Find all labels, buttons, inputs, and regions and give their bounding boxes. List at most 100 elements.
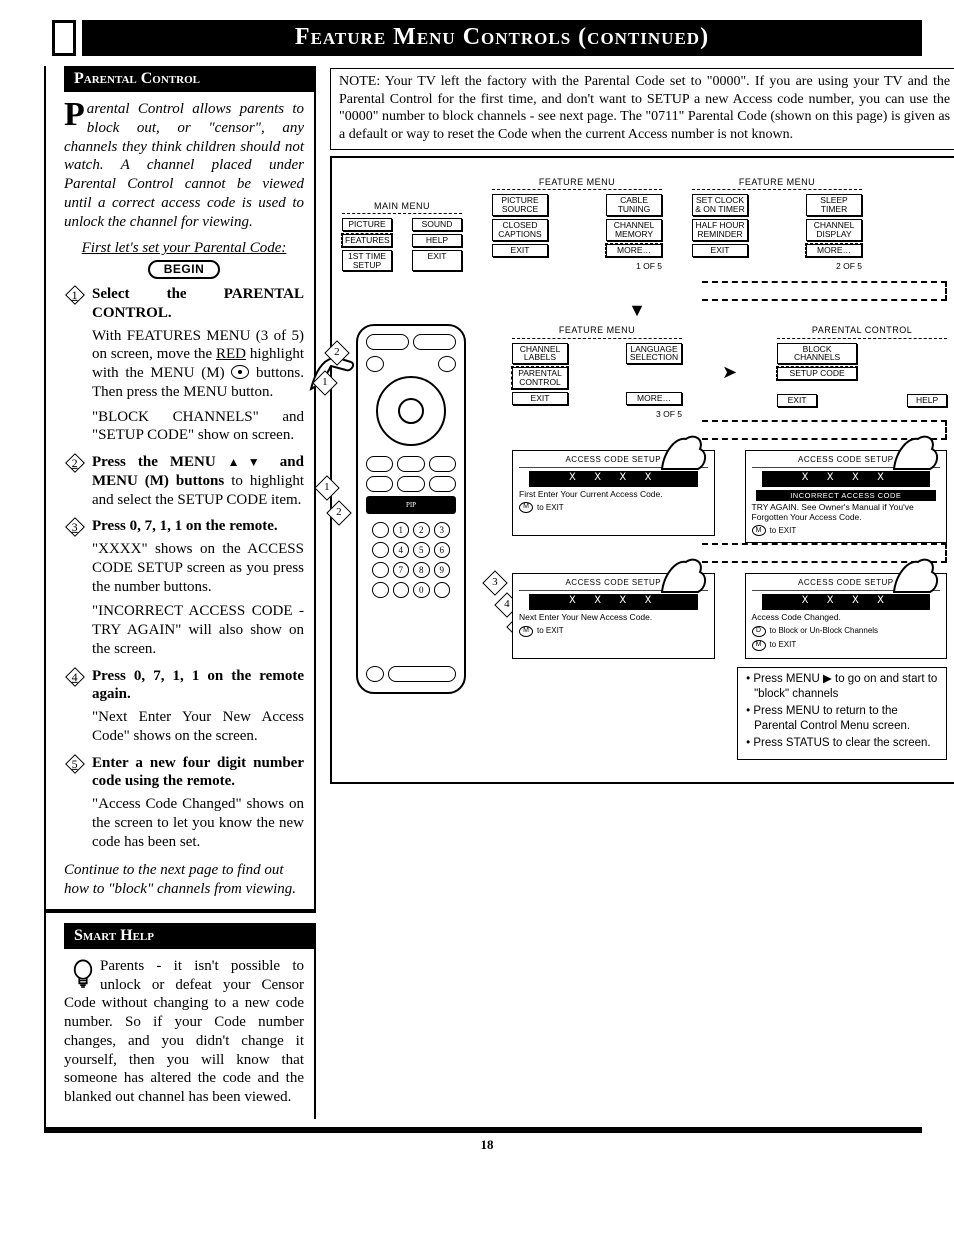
menu-cell: MORE… bbox=[606, 244, 662, 257]
menu-cell: SETUP CODE bbox=[777, 367, 857, 380]
panel-foot: 3 OF 5 bbox=[656, 409, 682, 420]
menu-row-1: MAIN MENU PICTURE SOUND FEATURES HELP 1S… bbox=[342, 176, 947, 271]
step-1: 1 Select the PARENTAL CONTROL. With FEAT… bbox=[64, 285, 304, 445]
menu-cell: CLOSED CAPTIONS bbox=[492, 219, 548, 241]
remote-callout-3: 3 bbox=[482, 571, 507, 596]
remote-button bbox=[366, 356, 384, 372]
lightbulb-icon bbox=[72, 959, 94, 993]
remote-digit: 8 bbox=[413, 562, 430, 578]
remote-digit bbox=[372, 522, 389, 538]
first-lets: First let's set your Parental Code: bbox=[82, 240, 287, 256]
parental-intro: Parental Control allows parents to block… bbox=[64, 100, 304, 231]
screens-row-b: ACCESS CODE SETUP X X X X Next Enter You… bbox=[512, 573, 947, 659]
smart-help-text: Parents - it isn't possible to unlock or… bbox=[64, 957, 304, 1107]
menu-cell: SET CLOCK & ON TIMER bbox=[692, 194, 748, 216]
step4-head: Press 0, 7, 1, 1 on the remote again. bbox=[92, 668, 304, 703]
remote-power-button bbox=[366, 666, 384, 682]
remote-digit: 2 bbox=[413, 522, 430, 538]
step3-head: Press 0, 7, 1, 1 on the remote. bbox=[92, 518, 278, 534]
feature-menu-3-panel: FEATURE MENU CHANNEL LABELS LANGUAGE SEL… bbox=[512, 324, 682, 419]
step-number-icon: 2 bbox=[60, 448, 90, 478]
menu-cell: PICTURE bbox=[342, 218, 392, 231]
ac-code: X X X X bbox=[762, 594, 931, 610]
remote-callout-1b: 1 bbox=[314, 476, 339, 501]
menu-cell: EXIT bbox=[777, 394, 817, 407]
menu-cell: PICTURE SOURCE bbox=[492, 194, 548, 216]
step-4: 4 Press 0, 7, 1, 1 on the remote again. … bbox=[64, 667, 304, 746]
step-number-icon: 1 bbox=[60, 280, 90, 310]
step4-body: "Next Enter Your New Access Code" shows … bbox=[92, 708, 304, 746]
remote-button bbox=[397, 476, 424, 492]
menu-cell: 1ST TIME SETUP bbox=[342, 250, 392, 272]
title-checkbox-icon bbox=[52, 20, 76, 56]
remote-button bbox=[429, 476, 456, 492]
menu-button-icon bbox=[231, 365, 249, 379]
left-column: Parental Control Parental Control allows… bbox=[46, 66, 316, 1119]
m-button-icon: M bbox=[752, 640, 766, 651]
menu-cell: CHANNEL LABELS bbox=[512, 343, 568, 365]
step-number-icon: 4 bbox=[60, 662, 90, 692]
ac-code: X X X X bbox=[529, 471, 698, 487]
ac-msg: Next Enter Your New Access Code. bbox=[519, 613, 708, 623]
step-3: 3 Press 0, 7, 1, 1 on the remote. "XXXX"… bbox=[64, 517, 304, 658]
menu-cell: LANGUAGE SELECTION bbox=[626, 343, 682, 365]
panel-title: FEATURE MENU bbox=[492, 176, 662, 190]
menu-cell: EXIT bbox=[412, 250, 462, 272]
menu-row-2: 2 1 PIP 1 2 3 4 5 bbox=[342, 324, 947, 760]
remote-button bbox=[366, 456, 393, 472]
diagram-frame: MAIN MENU PICTURE SOUND FEATURES HELP 1S… bbox=[330, 156, 954, 784]
dashed-connector-icon bbox=[702, 281, 947, 301]
remote-button bbox=[438, 356, 456, 372]
warlock-icon bbox=[660, 431, 710, 471]
smart-help-block: Parents - it isn't possible to unlock or… bbox=[46, 949, 316, 1119]
access-screen-3: ACCESS CODE SETUP X X X X Next Enter You… bbox=[512, 573, 715, 659]
step1-after: "BLOCK CHANNELS" and "SETUP CODE" show o… bbox=[92, 408, 304, 446]
arrow-right-icon: ➤ bbox=[722, 361, 737, 384]
menu-cell: HELP bbox=[412, 234, 462, 247]
remote-digit: 3 bbox=[434, 522, 451, 538]
warlock-icon bbox=[660, 554, 710, 594]
remote-button bbox=[429, 456, 456, 472]
ac-msg: TRY AGAIN. See Owner's Manual if You've … bbox=[752, 503, 941, 523]
ac-exit: to EXIT bbox=[770, 640, 797, 650]
remote-digit: 6 bbox=[434, 542, 451, 558]
note-box: NOTE: Your TV left the factory with the … bbox=[330, 68, 954, 150]
menu-cell: CHANNEL DISPLAY bbox=[806, 219, 862, 241]
remote-digit bbox=[434, 582, 451, 598]
menu-cell: HELP bbox=[907, 394, 947, 407]
ac-exit: to EXIT bbox=[537, 626, 564, 636]
arrow-down-icon: ▼ bbox=[552, 305, 722, 316]
parental-block: Parental Control allows parents to block… bbox=[46, 92, 316, 913]
menu-cell: MORE… bbox=[626, 392, 682, 405]
continue-text: Continue to the next page to find out ho… bbox=[64, 861, 304, 899]
remote-digit bbox=[372, 582, 389, 598]
menu-cell: PARENTAL CONTROL bbox=[512, 367, 568, 389]
remote-digit bbox=[372, 542, 389, 558]
panel-foot: 1 OF 5 bbox=[636, 261, 662, 272]
menu-cell: HALF HOUR REMINDER bbox=[692, 219, 748, 241]
step-5: 5 Enter a new four digit number code usi… bbox=[64, 754, 304, 852]
warlock-icon bbox=[892, 431, 942, 471]
step-2: 2 Press the MENU ▲▼ and MENU (M) buttons… bbox=[64, 453, 304, 509]
menu-cell: SOUND bbox=[412, 218, 462, 231]
remote-digit: 7 bbox=[393, 562, 410, 578]
remote-button bbox=[366, 476, 393, 492]
parental-control-panel: PARENTAL CONTROL BLOCK CHANNELS SETUP CO… bbox=[777, 324, 947, 419]
step1-head: Select the PARENTAL CONTROL. bbox=[92, 286, 304, 321]
remote-button bbox=[366, 334, 409, 350]
title-bar: Feature Menu Controls (continued) bbox=[52, 20, 922, 56]
menu-cell: FEATURES bbox=[342, 234, 392, 247]
main-menu-panel: MAIN MENU PICTURE SOUND FEATURES HELP 1S… bbox=[342, 200, 462, 272]
ac-msg: Access Code Changed. bbox=[752, 613, 941, 623]
menu-cell: MORE… bbox=[806, 244, 862, 257]
intro-text: arental Control allows parents to block … bbox=[64, 101, 304, 230]
remote-illustration: 2 1 PIP 1 2 3 4 5 bbox=[336, 324, 486, 694]
ac-error: INCORRECT ACCESS CODE bbox=[756, 490, 937, 501]
step3-body: "XXXX" shows on the ACCESS CODE SETUP sc… bbox=[92, 540, 304, 596]
d-button-icon: D bbox=[752, 626, 766, 637]
step1-body: With FEATURES MENU (3 of 5) on screen, m… bbox=[92, 327, 304, 402]
remote-digit bbox=[393, 582, 410, 598]
ac-code: X X X X bbox=[762, 471, 931, 487]
m-button-icon: M bbox=[519, 502, 533, 513]
remote-dpad-icon bbox=[376, 376, 446, 446]
